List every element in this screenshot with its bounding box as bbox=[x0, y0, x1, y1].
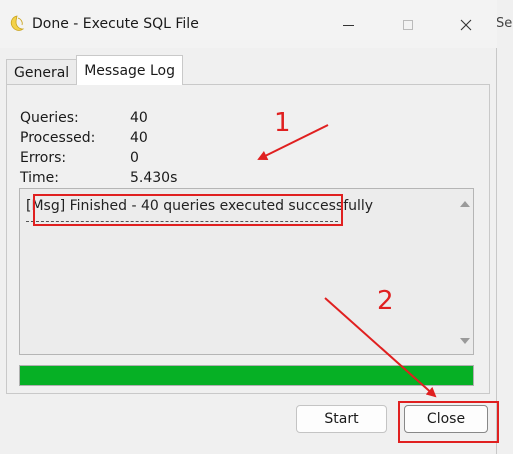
annotation-arrow-1 bbox=[257, 124, 329, 160]
annotation-arrow-2 bbox=[324, 297, 437, 398]
screen: Sele Done - Execute SQL File General Me bbox=[0, 0, 513, 454]
tab-message-log[interactable]: Message Log bbox=[76, 55, 184, 85]
